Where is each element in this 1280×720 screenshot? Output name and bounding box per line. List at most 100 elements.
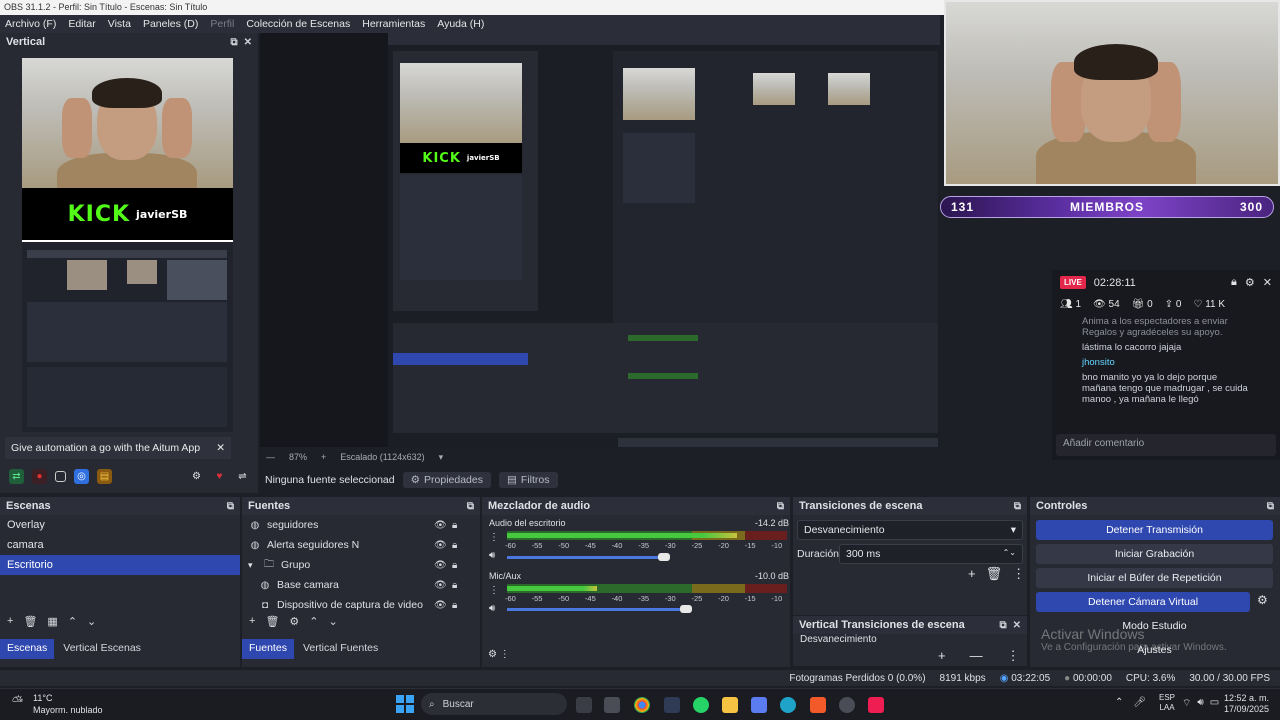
volume-slider[interactable] bbox=[507, 608, 687, 611]
down-icon[interactable]: ⌄ bbox=[87, 615, 96, 628]
scene-item[interactable]: Overlay bbox=[0, 515, 240, 535]
copilot-icon[interactable] bbox=[751, 697, 767, 713]
tab-vertical-sources[interactable]: Vertical Fuentes bbox=[296, 639, 385, 659]
record-icon[interactable]: ● bbox=[32, 468, 47, 484]
filters-button[interactable]: ▤ Filtros bbox=[499, 472, 558, 488]
trash-icon[interactable]: 🗑︎ bbox=[265, 615, 279, 628]
system-tray[interactable]: ⌔ 🔊︎ ▭ bbox=[1182, 697, 1219, 710]
obs-icon[interactable] bbox=[839, 697, 855, 713]
kebab-menu-icon[interactable]: ⋮ bbox=[489, 585, 499, 596]
task-view-icon[interactable] bbox=[576, 697, 592, 713]
float-icon[interactable]: ⧉ bbox=[1267, 501, 1274, 512]
lock-icon[interactable]: 🔒︎ bbox=[1231, 276, 1237, 289]
whatsapp-icon[interactable] bbox=[693, 697, 709, 713]
main-preview[interactable]: KICK javierSB bbox=[260, 33, 940, 447]
menu-item[interactable]: Vista bbox=[108, 18, 131, 30]
brave-icon[interactable] bbox=[810, 697, 826, 713]
scene-item[interactable]: camara bbox=[0, 535, 240, 555]
add-icon[interactable]: + bbox=[938, 648, 946, 664]
menu-item[interactable]: Herramientas bbox=[362, 18, 425, 30]
mixer-settings-icon[interactable]: ⚙ ⋮ bbox=[488, 649, 510, 660]
add-icon[interactable]: + bbox=[7, 615, 13, 627]
mic-icon[interactable]: 🎤︎ bbox=[1133, 697, 1146, 708]
add-icon[interactable]: + bbox=[968, 566, 976, 582]
menu-item[interactable]: Paneles (D) bbox=[143, 18, 198, 30]
gear-icon[interactable]: ⚙ bbox=[189, 469, 204, 484]
clock[interactable]: 12:52 a. m. 17/09/2025 bbox=[1224, 693, 1269, 715]
source-item[interactable]: ◍ seguidores 👁︎ 🔒︎ bbox=[242, 515, 480, 535]
transition-select[interactable]: Desvanecimiento ▾ bbox=[797, 520, 1023, 540]
eye-icon[interactable]: 👁︎ bbox=[434, 600, 447, 611]
eye-icon[interactable]: 👁︎ bbox=[434, 580, 447, 591]
speaker-icon[interactable]: 🔊︎ bbox=[489, 603, 495, 614]
eye-icon[interactable]: 👁︎ bbox=[434, 560, 447, 571]
control-button[interactable]: Detener Transmisión bbox=[1036, 520, 1273, 540]
filter-icon[interactable]: ▦ bbox=[47, 615, 57, 628]
taskbar-search[interactable]: ⌕ Buscar bbox=[421, 693, 567, 715]
trash-icon[interactable]: 🗑︎ bbox=[986, 566, 1003, 582]
float-icon[interactable]: ⧉ bbox=[467, 501, 474, 512]
replay-icon[interactable]: ◎ bbox=[74, 468, 89, 484]
stop-icon[interactable] bbox=[55, 470, 66, 482]
lock-icon[interactable]: 🔒︎ bbox=[452, 580, 457, 591]
share-icon[interactable]: ⇌ bbox=[235, 469, 250, 484]
control-button[interactable]: Iniciar Grabación bbox=[1036, 544, 1273, 564]
tab-scenes[interactable]: Escenas bbox=[0, 639, 55, 659]
stream-icon[interactable]: ⇄ bbox=[9, 468, 24, 484]
up-icon[interactable]: ⌃ bbox=[68, 615, 77, 628]
control-button[interactable]: Iniciar el Búfer de Repetición bbox=[1036, 568, 1273, 588]
source-item[interactable]: ◍ Base camara 👁︎ 🔒︎ bbox=[242, 575, 480, 595]
float-icon[interactable]: ⧉ bbox=[230, 37, 237, 48]
source-item[interactable]: ▾ 🗀︎ Grupo 👁︎ 🔒︎ bbox=[242, 555, 480, 575]
menu-item[interactable]: Editar bbox=[68, 18, 95, 30]
folder-icon[interactable] bbox=[722, 697, 738, 713]
zoom-out-icon[interactable]: — bbox=[266, 452, 275, 462]
close-icon[interactable]: ✕ bbox=[1263, 276, 1272, 289]
kebab-menu-icon[interactable]: ⋮ bbox=[1012, 566, 1025, 582]
menu-item[interactable]: Ayuda (H) bbox=[437, 18, 484, 30]
chevron-down-icon[interactable]: ▾ bbox=[439, 452, 444, 463]
scene-item[interactable]: Escritorio bbox=[0, 555, 240, 575]
scale-mode[interactable]: Escalado (1124x632) bbox=[340, 452, 424, 462]
kebab-menu-icon[interactable]: ⋮ bbox=[1007, 648, 1020, 664]
volume-knob[interactable] bbox=[657, 553, 670, 561]
menu-item[interactable]: Perfil bbox=[210, 18, 234, 30]
kebab-menu-icon[interactable]: ⋮ bbox=[489, 532, 499, 543]
tiktok-icon[interactable] bbox=[868, 697, 884, 713]
menu-item[interactable]: Archivo (F) bbox=[5, 18, 56, 30]
comment-input[interactable]: Añadir comentario bbox=[1056, 434, 1276, 456]
tab-sources[interactable]: Fuentes bbox=[242, 639, 294, 659]
close-icon[interactable]: ✕ bbox=[216, 442, 225, 454]
close-icon[interactable]: ✕ bbox=[244, 37, 252, 48]
gear-icon[interactable]: ⚙ bbox=[289, 615, 299, 628]
speaker-icon[interactable]: 🔊︎ bbox=[489, 550, 495, 561]
add-icon[interactable]: + bbox=[249, 615, 255, 627]
windows-start-icon[interactable] bbox=[396, 695, 414, 713]
duration-input[interactable]: 300 ms ⌃⌄ bbox=[839, 544, 1023, 564]
menu-item[interactable]: Colección de Escenas bbox=[246, 18, 350, 30]
pause-icon[interactable]: ▤ bbox=[97, 468, 112, 484]
float-icon[interactable]: ⧉ bbox=[1014, 501, 1021, 512]
remove-icon[interactable]: — bbox=[970, 648, 983, 664]
lock-icon[interactable]: 🔒︎ bbox=[452, 560, 457, 571]
chevron-down-icon[interactable]: ▾ bbox=[248, 560, 262, 571]
lock-icon[interactable]: 🔒︎ bbox=[452, 600, 457, 611]
float-icon[interactable]: ⧉ bbox=[777, 501, 784, 512]
tab-vertical-scenes[interactable]: Vertical Escenas bbox=[56, 639, 148, 659]
float-icon[interactable]: ⧉ bbox=[999, 620, 1006, 631]
properties-button[interactable]: ⚙ Propiedades bbox=[402, 472, 491, 488]
app-icon[interactable] bbox=[664, 697, 680, 713]
calendar-icon[interactable] bbox=[604, 697, 620, 713]
chrome-icon[interactable] bbox=[634, 697, 650, 713]
lock-icon[interactable]: 🔒︎ bbox=[452, 520, 457, 531]
down-icon[interactable]: ⌄ bbox=[329, 615, 338, 628]
control-button[interactable]: Detener Cámara Virtual bbox=[1036, 592, 1250, 612]
chevron-up-icon[interactable]: ⌃ bbox=[1115, 697, 1123, 708]
volume-slider[interactable] bbox=[507, 556, 664, 559]
language-indicator[interactable]: ESP LAA bbox=[1159, 693, 1175, 713]
source-item[interactable]: ◘ Dispositivo de captura de video 👁︎ 🔒︎ bbox=[242, 595, 480, 615]
up-icon[interactable]: ⌃ bbox=[309, 615, 318, 628]
volume-knob[interactable] bbox=[680, 605, 693, 613]
eye-icon[interactable]: 👁︎ bbox=[434, 540, 447, 551]
eye-icon[interactable]: 👁︎ bbox=[434, 520, 447, 531]
